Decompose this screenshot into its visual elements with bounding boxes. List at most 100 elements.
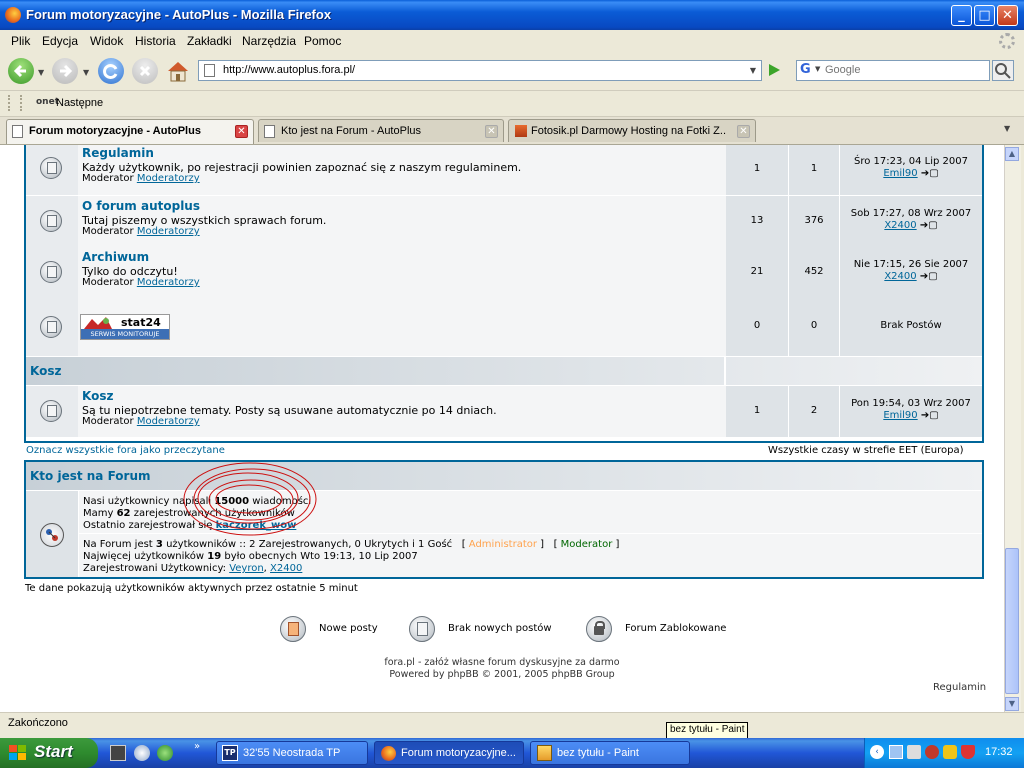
last-post-arrow-icon[interactable]: ➔▢ <box>920 271 938 282</box>
task-neostrada[interactable]: TP 32'55 Neostrada TP <box>216 741 368 765</box>
next-button[interactable]: Następne <box>56 97 103 109</box>
menu-tools[interactable]: Narzędzia <box>242 34 296 48</box>
last-post-author: Emil90 ➔▢ <box>840 410 982 421</box>
tab-forum[interactable]: Forum motoryzacyjne - AutoPlus ✕ <box>6 119 254 144</box>
paint-task-icon <box>537 745 552 761</box>
last-post-user-link[interactable]: X2400 <box>884 271 916 282</box>
search-engine-dropdown-icon[interactable]: ▼ <box>815 65 820 73</box>
back-dropdown-icon[interactable]: ▼ <box>38 68 44 77</box>
user-link-veyron[interactable]: Veyron <box>229 563 263 574</box>
title-bar[interactable]: Forum motoryzacyjne - AutoPlus - Mozilla… <box>0 0 1024 30</box>
close-tab-icon[interactable]: ✕ <box>737 125 750 138</box>
posts-cell: 452 <box>789 247 839 298</box>
menu-edit[interactable]: Edycja <box>42 34 78 48</box>
quicklaunch-browser-icon[interactable] <box>157 745 173 761</box>
paint-tooltip: bez tytułu - Paint <box>666 722 749 739</box>
moderator-label: Moderator <box>82 416 134 427</box>
scrollbar-thumb[interactable] <box>1005 548 1019 694</box>
last-post-user-link[interactable]: Emil90 <box>883 410 917 421</box>
tab-fotosik[interactable]: Fotosik.pl Darmowy Hosting na Fotki Z...… <box>508 119 756 142</box>
forum-title-link[interactable]: Archiwum <box>82 250 149 264</box>
start-button[interactable]: Start <box>0 738 98 768</box>
bookmarks-toolbar: onet Następne <box>0 91 1024 117</box>
clock[interactable]: 17:32 <box>985 746 1013 758</box>
stat24-bars-icon <box>84 317 112 329</box>
user-link-x2400[interactable]: X2400 <box>270 563 302 574</box>
last-post-arrow-icon[interactable]: ➔▢ <box>920 220 938 231</box>
total-users-count: 62 <box>116 508 131 519</box>
quicklaunch-desktop-icon[interactable] <box>110 745 126 761</box>
tray-expand-icon[interactable]: ‹ <box>870 745 884 759</box>
footer-rules-link[interactable]: Regulamin <box>933 682 986 693</box>
forum-icon-cell <box>26 196 78 247</box>
topics-cell: 21 <box>726 247 788 298</box>
address-bar[interactable]: http://www.autoplus.fora.pl/ <box>198 60 762 81</box>
last-post-user-link[interactable]: Emil90 <box>883 168 917 179</box>
system-tray: ‹ 17:32 <box>864 738 1024 768</box>
moderators-link[interactable]: Moderatorzy <box>137 416 200 427</box>
page-icon <box>204 64 215 77</box>
reload-icon[interactable] <box>98 58 124 84</box>
menu-file[interactable]: Plik <box>11 34 30 48</box>
home-icon[interactable] <box>166 59 190 83</box>
firefox-task-icon <box>381 746 396 761</box>
category-link[interactable]: Kosz <box>30 364 61 378</box>
topics-count: 21 <box>750 266 764 277</box>
neostrada-icon: TP <box>222 745 238 761</box>
last-post-cell: Śro 17:23, 04 Lip 2007 Emil90 ➔▢ <box>840 145 982 195</box>
scroll-up-icon[interactable]: ▲ <box>1005 147 1019 161</box>
moderators-link[interactable]: Moderatorzy <box>137 173 200 184</box>
go-icon[interactable] <box>766 62 782 78</box>
menu-help[interactable]: Pomoc <box>304 34 341 48</box>
tab-who-is-online[interactable]: Kto jest na Forum - AutoPlus ✕ <box>258 119 504 142</box>
search-box[interactable]: G ▼ <box>796 60 990 81</box>
back-icon[interactable] <box>8 58 34 84</box>
start-label: Start <box>34 742 73 761</box>
stop-icon[interactable] <box>132 58 158 84</box>
topics-count: 1 <box>753 405 761 416</box>
security-tray-icon[interactable] <box>925 745 939 759</box>
antivirus-tray-icon[interactable] <box>943 745 957 759</box>
forward-dropdown-icon[interactable]: ▼ <box>83 68 89 77</box>
search-input[interactable] <box>825 62 985 78</box>
search-engine-icon[interactable]: G <box>800 62 811 77</box>
network-tray-icon[interactable] <box>889 745 903 759</box>
quicklaunch-media-icon[interactable] <box>134 745 150 761</box>
url-dropdown-icon[interactable]: ▼ <box>745 61 761 80</box>
scroll-down-icon[interactable]: ▼ <box>1005 697 1019 711</box>
menu-history[interactable]: Historia <box>135 34 176 48</box>
minimize-button[interactable]: _ <box>951 5 972 26</box>
task-paint[interactable]: bez tytułu - Paint <box>530 741 690 765</box>
forum-moderator: Moderator Moderatorzy <box>82 226 200 237</box>
forum-title-link[interactable]: O forum autoplus <box>82 199 200 213</box>
forum-title-link[interactable]: Regulamin <box>82 146 154 160</box>
shield-tray-icon[interactable] <box>961 745 975 759</box>
last-post-user-link[interactable]: X2400 <box>884 220 916 231</box>
forum-title-link[interactable]: Kosz <box>82 389 113 403</box>
moderators-link[interactable]: Moderatorzy <box>137 226 200 237</box>
forum-info-cell: Kosz Są tu niepotrzebne tematy. Posty są… <box>78 386 726 437</box>
moderators-link[interactable]: Moderatorzy <box>137 277 200 288</box>
close-tab-icon[interactable]: ✕ <box>485 125 498 138</box>
forum-icon-cell <box>26 247 78 298</box>
volume-tray-icon[interactable] <box>907 745 921 759</box>
toolbar-grip <box>8 95 22 111</box>
legend-new-posts-icon <box>280 616 306 642</box>
last-post-arrow-icon[interactable]: ➔▢ <box>921 168 939 179</box>
search-button-icon[interactable] <box>992 60 1014 81</box>
menu-bookmarks[interactable]: Zakładki <box>187 34 232 48</box>
close-tab-icon[interactable]: ✕ <box>235 125 248 138</box>
posts-count: 376 <box>804 215 824 226</box>
who-is-online-title[interactable]: Kto jest na Forum <box>30 469 151 483</box>
task-firefox[interactable]: Forum motoryzacyjne... <box>374 741 524 765</box>
stat24-logo[interactable]: stat24 SERWIS MONITORUJE <box>80 314 170 340</box>
tab-list-icon[interactable]: ▼ <box>1004 124 1010 133</box>
quicklaunch-more-icon[interactable]: » <box>194 741 200 752</box>
last-post-arrow-icon[interactable]: ➔▢ <box>921 410 939 421</box>
menu-view[interactable]: Widok <box>90 34 123 48</box>
close-button[interactable]: ✕ <box>997 5 1018 26</box>
legend-locked-label: Forum Zablokowane <box>625 623 727 634</box>
stat-text: Najwięcej użytkowników <box>83 551 208 562</box>
forward-icon[interactable] <box>52 58 78 84</box>
maximize-button[interactable]: □ <box>974 5 995 26</box>
